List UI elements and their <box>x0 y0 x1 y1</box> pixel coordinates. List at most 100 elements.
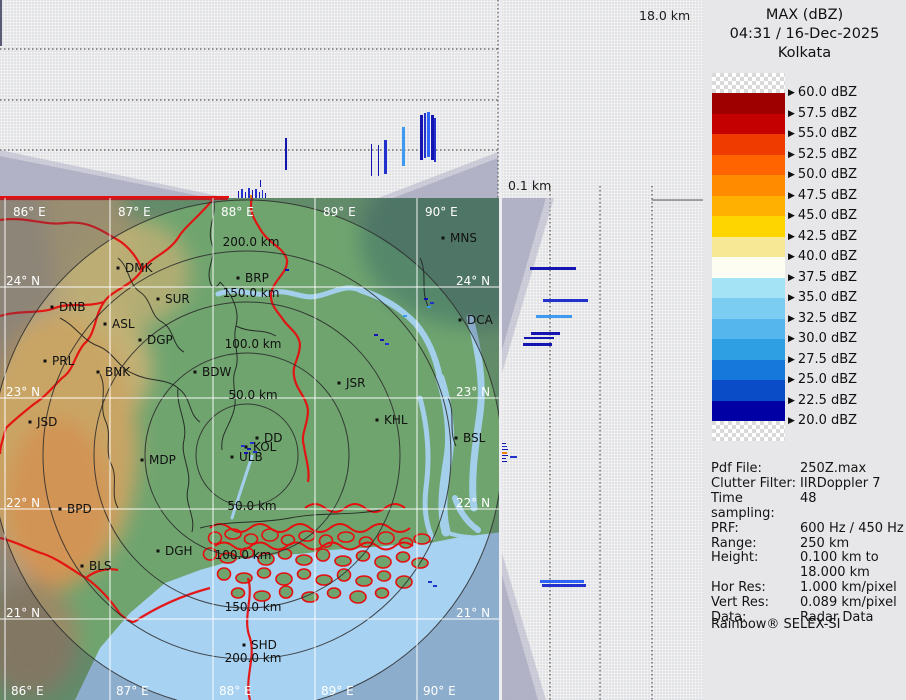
echo-speck <box>247 448 251 450</box>
scale-label-text: 30.0 dBZ <box>798 331 857 346</box>
scale-label-text: 50.0 dBZ <box>798 167 857 182</box>
scale-tick-arrow: ▶ <box>788 375 795 385</box>
echo-speck <box>253 451 257 453</box>
echo-bar <box>524 337 554 339</box>
city-dot <box>29 421 32 424</box>
scale-band <box>712 401 785 422</box>
scale-tick-arrow: ▶ <box>788 191 795 201</box>
metadata-label: Range: <box>711 537 800 552</box>
echo-bar <box>252 190 253 198</box>
echo-speck <box>374 334 378 336</box>
city-dot <box>141 459 144 462</box>
delta-island <box>378 532 394 544</box>
echo-bar <box>434 118 436 162</box>
scale-band <box>712 339 785 360</box>
delta-island <box>378 571 391 581</box>
scale-tick-arrow: ▶ <box>788 129 795 139</box>
metadata-label: Hor Res: <box>711 581 800 596</box>
scale-overflow-top <box>712 73 785 93</box>
scale-label: ▶60.0 dBZ <box>788 85 857 101</box>
scale-band <box>712 134 785 155</box>
scale-label: ▶20.0 dBZ <box>788 413 857 429</box>
metadata-value: 250Z.max <box>800 462 903 477</box>
latitude-label-right: 24° N <box>456 274 490 288</box>
metadata-label <box>711 566 800 581</box>
delta-island <box>338 569 351 581</box>
scale-band <box>712 175 785 196</box>
metadata-value: 1.000 km/pixel <box>800 581 903 596</box>
scale-label: ▶52.5 dBZ <box>788 147 857 163</box>
scale-label-text: 40.0 dBZ <box>798 249 857 264</box>
delta-island <box>209 532 222 544</box>
scale-label: ▶27.5 dBZ <box>788 352 857 368</box>
echo-bar <box>424 113 426 158</box>
city-dot <box>157 298 160 301</box>
range-ring-label: 50.0 km <box>228 388 277 402</box>
longitude-label-bottom: 86° E <box>11 684 44 698</box>
city-dot <box>97 371 100 374</box>
city-label: DCA <box>467 313 494 327</box>
delta-island <box>276 573 292 585</box>
scale-label-text: 52.5 dBZ <box>798 147 857 162</box>
echo-bar <box>420 115 423 160</box>
city-label: BNK <box>105 365 131 379</box>
scale-label: ▶55.0 dBZ <box>788 126 857 142</box>
echo-speck <box>385 343 389 345</box>
latitude-label-right: 21° N <box>456 606 490 620</box>
legend-title: MAX (dBZ) 04:31 / 16-Dec-2025 Kolkata <box>703 6 906 63</box>
scale-label-text: 37.5 dBZ <box>798 270 857 285</box>
city-dot <box>117 267 120 270</box>
echo-bar <box>510 456 517 458</box>
city-label: DGH <box>165 544 193 558</box>
city-label: BPD <box>67 502 92 516</box>
radar-map: 86° E86° E87° E87° E88° E88° E89° E89° E… <box>0 198 502 700</box>
scale-tick-arrow: ▶ <box>788 293 795 303</box>
metadata-row: Height:0.100 km to <box>711 551 903 566</box>
city-label: JSR <box>345 376 366 390</box>
echo-bar <box>502 443 506 444</box>
echo-speck <box>430 302 434 304</box>
scale-band <box>712 380 785 401</box>
brand-label: Rainbow® SELEX-SI <box>711 617 841 632</box>
delta-island <box>375 556 391 568</box>
range-ring-label: 200.0 km <box>225 651 282 665</box>
metadata-row: Pdf File:250Z.max <box>711 462 903 477</box>
metadata-label: Pdf File: <box>711 462 800 477</box>
city-dot <box>455 437 458 440</box>
scale-label: ▶57.5 dBZ <box>788 106 857 122</box>
echo-bar <box>502 446 507 447</box>
scale-label-text: 32.5 dBZ <box>798 311 857 326</box>
city-dot <box>194 371 197 374</box>
metadata-row: 18.000 km <box>711 566 903 581</box>
metadata-row: Vert Res:0.089 km/pixel <box>711 596 903 611</box>
echo-speck <box>433 585 437 587</box>
scale-tick-arrow: ▶ <box>788 396 795 406</box>
ew-cross-section-plot <box>0 0 502 198</box>
echo-bar <box>255 189 257 198</box>
city-label: MDP <box>149 453 176 467</box>
echo-speck <box>427 306 431 308</box>
scale-band <box>712 298 785 319</box>
metadata-row: PRF:600 Hz / 450 Hz <box>711 522 903 537</box>
product-name: MAX (dBZ) <box>703 6 906 25</box>
delta-island <box>279 549 292 559</box>
range-ring-label: 200.0 km <box>223 235 280 249</box>
city-label: BLS <box>89 559 112 573</box>
metadata-block: Pdf File:250Z.maxClutter Filter:IIRDoppl… <box>711 462 903 626</box>
metadata-value: IIRDoppler 7 <box>800 477 903 492</box>
echo-bar <box>371 144 372 176</box>
ns-gridlines <box>550 186 652 700</box>
latitude-label-right: 22° N <box>456 496 490 510</box>
echo-bar <box>523 343 552 346</box>
city-label: KHL <box>384 413 408 427</box>
metadata-label: Height: <box>711 551 800 566</box>
scale-tick-arrow: ▶ <box>788 273 795 283</box>
delta-island <box>397 552 410 562</box>
city-dot <box>157 550 160 553</box>
map-panel: 86° E86° E87° E87° E88° E88° E89° E89° E… <box>0 198 502 700</box>
echo-bar <box>262 190 263 198</box>
range-ring-label: 100.0 km <box>215 548 272 562</box>
latitude-label-left: 23° N <box>6 385 40 399</box>
city-dot <box>104 323 107 326</box>
scale-label-text: 27.5 dBZ <box>798 352 857 367</box>
